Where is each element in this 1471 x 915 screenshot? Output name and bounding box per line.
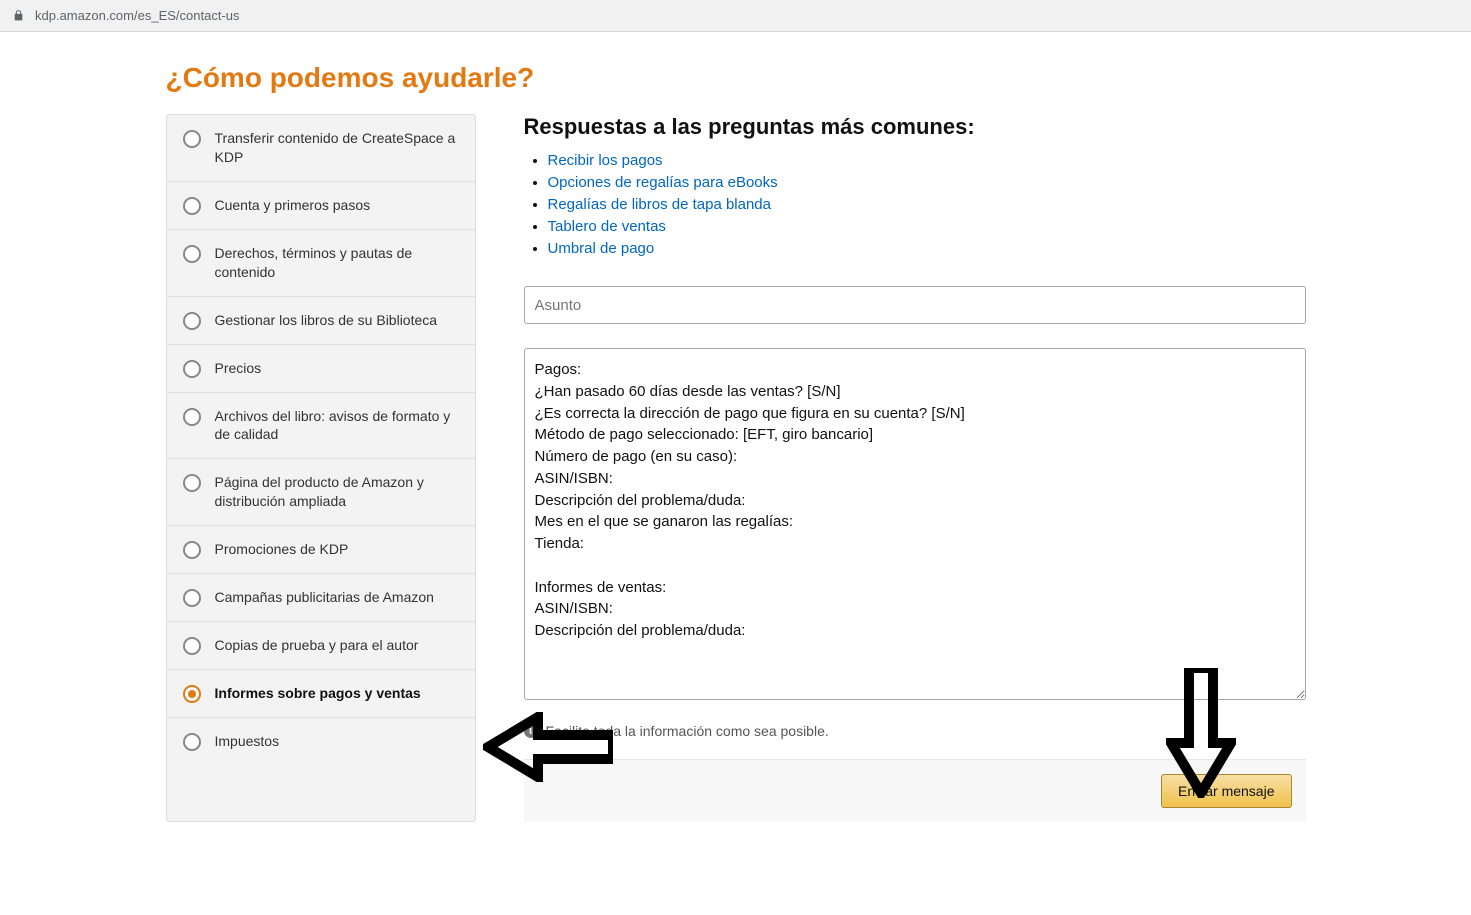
topic-sidebar: Transferir contenido de CreateSpace a KD… [166,114,476,822]
sidebar-item[interactable]: Archivos del libro: avisos de formato y … [167,393,475,460]
sidebar-item[interactable]: Copias de prueba y para el autor [167,622,475,670]
info-icon: i [524,724,538,738]
list-item: Recibir los pagos [548,150,1306,172]
sidebar-item-label: Impuestos [215,732,459,751]
sidebar-item[interactable]: Impuestos [167,718,475,765]
sidebar-item-label: Página del producto de Amazon y distribu… [215,473,459,511]
sidebar-item-label: Precios [215,359,459,378]
send-button[interactable]: Enviar mensaje [1161,774,1292,808]
url-text: kdp.amazon.com/es_ES/contact-us [35,8,240,23]
radio-icon [183,685,201,703]
page-title: ¿Cómo podemos ayudarle? [166,62,1306,94]
help-link[interactable]: Regalías de libros de tapa blanda [548,196,772,213]
sidebar-item-label: Archivos del libro: avisos de formato y … [215,407,459,445]
address-bar[interactable]: kdp.amazon.com/es_ES/contact-us [0,0,1471,32]
common-answers-heading: Respuestas a las preguntas más comunes: [524,114,1306,140]
sidebar-item-label: Campañas publicitarias de Amazon [215,588,459,607]
sidebar-item[interactable]: Página del producto de Amazon y distribu… [167,459,475,526]
radio-icon [183,312,201,330]
help-link[interactable]: Umbral de pago [548,240,655,257]
list-item: Regalías de libros de tapa blanda [548,194,1306,216]
tip-row: i Facilite toda la información como sea … [524,723,1306,739]
sidebar-item[interactable]: Informes sobre pagos y ventas [167,670,475,718]
sidebar-item-label: Promociones de KDP [215,540,459,559]
radio-icon [183,197,201,215]
radio-icon [183,541,201,559]
radio-icon [183,589,201,607]
sidebar-item[interactable]: Derechos, términos y pautas de contenido [167,230,475,297]
sidebar-item-label: Transferir contenido de CreateSpace a KD… [215,129,459,167]
common-answers-list: Recibir los pagos Opciones de regalías pa… [524,150,1306,260]
sidebar-item[interactable]: Promociones de KDP [167,526,475,574]
sidebar-item[interactable]: Transferir contenido de CreateSpace a KD… [167,115,475,182]
sidebar-item-label: Gestionar los libros de su Biblioteca [215,311,459,330]
sidebar-item-label: Informes sobre pagos y ventas [215,684,459,703]
lock-icon [12,9,25,22]
main-panel: Respuestas a las preguntas más comunes: … [524,114,1306,822]
radio-icon [183,474,201,492]
sidebar-item-label: Cuenta y primeros pasos [215,196,459,215]
subject-input[interactable] [524,286,1306,324]
sidebar-item[interactable]: Gestionar los libros de su Biblioteca [167,297,475,345]
list-item: Tablero de ventas [548,216,1306,238]
list-item: Umbral de pago [548,238,1306,260]
message-textarea[interactable] [524,348,1306,700]
sidebar-item[interactable]: Cuenta y primeros pasos [167,182,475,230]
radio-icon [183,130,201,148]
submit-row: Enviar mensaje [524,759,1306,822]
radio-icon [183,637,201,655]
sidebar-item-label: Derechos, términos y pautas de contenido [215,244,459,282]
radio-icon [183,733,201,751]
radio-icon [183,360,201,378]
sidebar-item[interactable]: Campañas publicitarias de Amazon [167,574,475,622]
list-item: Opciones de regalías para eBooks [548,172,1306,194]
sidebar-item[interactable]: Precios [167,345,475,393]
sidebar-item-label: Copias de prueba y para el autor [215,636,459,655]
radio-icon [183,408,201,426]
radio-icon [183,245,201,263]
tip-text: Facilite toda la información como sea po… [546,723,829,739]
help-link[interactable]: Opciones de regalías para eBooks [548,174,778,191]
help-link[interactable]: Tablero de ventas [548,218,666,235]
help-link[interactable]: Recibir los pagos [548,152,663,169]
